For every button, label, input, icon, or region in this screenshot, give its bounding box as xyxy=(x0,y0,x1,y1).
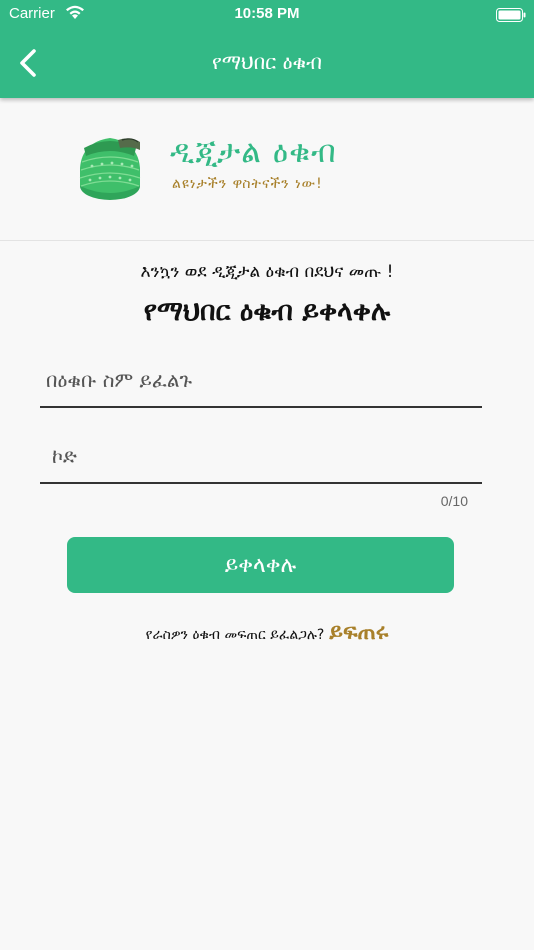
brand-tagline: ልዩነታችን ዋስትናችን ነው! xyxy=(172,176,323,192)
status-bar: Carrier 10:58 PM xyxy=(0,0,534,28)
divider xyxy=(0,240,534,241)
create-question: የራስዎን ዕቁብ መፍጠር ይፈልጋሉ? xyxy=(145,627,325,643)
join-button[interactable]: ይቀላቀሉ xyxy=(67,537,454,593)
welcome-text: እንኳን ወደ ዲጂታል ዕቁብ በደህና መጡ ! xyxy=(140,262,394,282)
search-name-input[interactable] xyxy=(40,354,482,406)
brand-logo: ዲጂታል ዕቁብ ልዩነታችን ዋስትናችን ነው! xyxy=(74,128,474,208)
basket-icon xyxy=(79,138,141,200)
app-header: Carrier 10:58 PM የማህበር ዕቁብ xyxy=(0,0,534,98)
create-row: የራስዎን ዕቁብ መፍጠር ይፈልጋሉ? ይፍጠሩ xyxy=(0,620,534,645)
status-time: 10:58 PM xyxy=(234,5,300,22)
page-title: የማህበር ዕቁብ xyxy=(212,50,322,74)
battery-icon xyxy=(496,7,526,26)
search-name-field[interactable] xyxy=(40,354,482,408)
form-heading: የማህበር ዕቁብ ይቀላቀሉ xyxy=(143,296,391,327)
code-input[interactable] xyxy=(40,430,482,482)
code-field[interactable] xyxy=(40,430,482,484)
create-link[interactable]: ይፍጠሩ xyxy=(329,620,388,645)
code-counter: 0/10 xyxy=(440,493,468,509)
brand-title: ዲጂታል ዕቁብ xyxy=(170,134,337,170)
